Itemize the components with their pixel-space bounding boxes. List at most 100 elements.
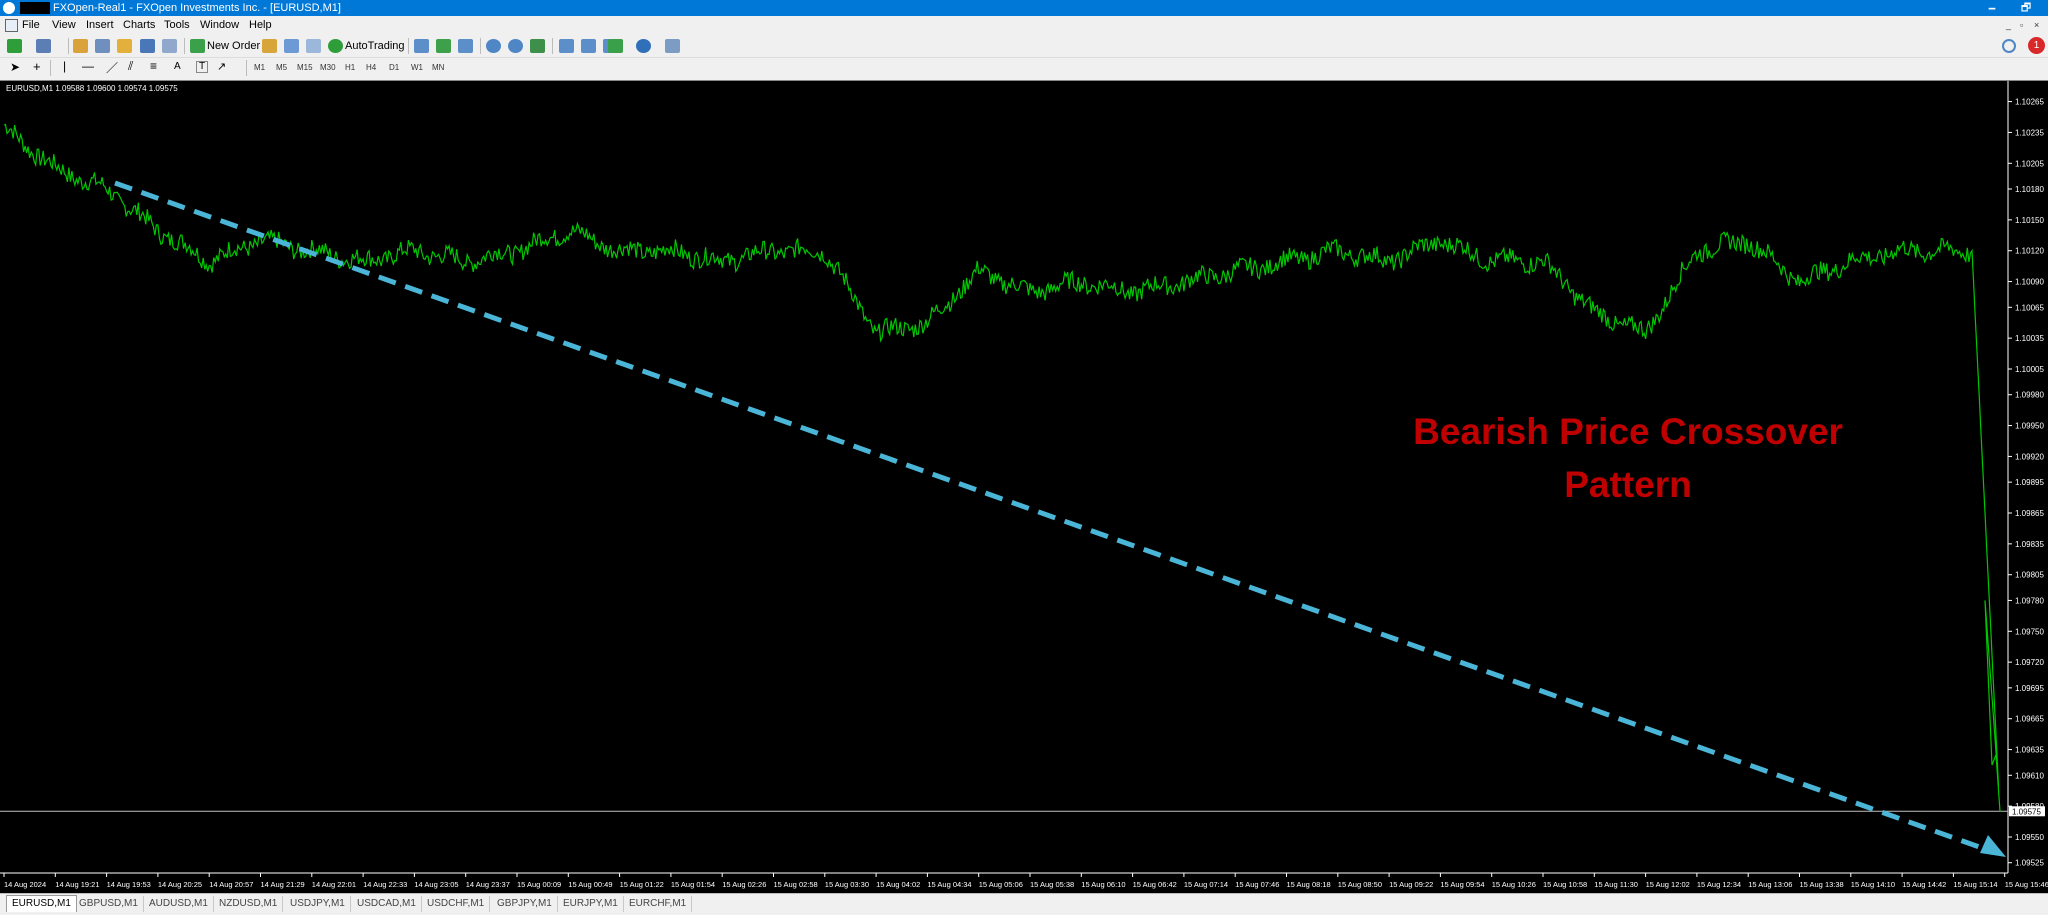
tab-nzdusd[interactable]: NZDUSD,M1 (214, 896, 284, 912)
profiles-icon[interactable] (36, 39, 51, 53)
text-label-tool-icon[interactable]: T (196, 61, 209, 73)
crosshair-icon[interactable]: + (33, 59, 41, 74)
vertical-line-icon[interactable]: | (63, 59, 66, 73)
tab-usdcad[interactable]: USDCAD,M1 (352, 896, 422, 912)
y-tick-label: 1.09525 (2015, 859, 2044, 868)
indicators-icon[interactable] (608, 39, 623, 53)
chart-window[interactable]: 1.10265 1.10235 1.10205 1.10180 1.10150 1.101… (0, 80, 2048, 893)
tab-eurusd[interactable]: EURUSD,M1 (6, 895, 77, 912)
x-tick-label: 15 Aug 00:49 (568, 880, 612, 889)
x-tick-label: 14 Aug 20:57 (209, 880, 253, 889)
menu-file[interactable]: File (22, 19, 40, 31)
market-watch-icon[interactable] (73, 39, 88, 53)
line-chart-icon[interactable] (458, 39, 473, 53)
window-title: FXOpen-Real1 - FXOpen Investments Inc. -… (53, 2, 341, 14)
x-tick-label: 15 Aug 08:18 (1287, 880, 1331, 889)
notifications-badge[interactable]: 1 (2028, 37, 2045, 54)
y-tick-label: 1.10205 (2015, 159, 2044, 168)
autotrading-button[interactable]: AutoTrading (345, 40, 405, 52)
x-tick-label: 15 Aug 14:10 (1851, 880, 1895, 889)
horizontal-line-icon[interactable]: — (82, 59, 94, 73)
mdi-minimize-button[interactable]: _ (2006, 20, 2011, 30)
y-tick-label: 1.09895 (2015, 478, 2044, 487)
menu-window[interactable]: Window (200, 19, 239, 31)
terminal-icon[interactable] (140, 39, 155, 53)
bar-chart-icon[interactable] (414, 39, 429, 53)
timeframe-h1[interactable]: H1 (345, 63, 355, 72)
menu-tools[interactable]: Tools (164, 19, 190, 31)
x-tick-label: 15 Aug 04:02 (876, 880, 920, 889)
zoom-in-icon[interactable] (486, 39, 501, 53)
x-tick-label: 15 Aug 01:22 (620, 880, 664, 889)
price-chart[interactable]: 1.10265 1.10235 1.10205 1.10180 1.10150 1.101… (0, 81, 2048, 893)
timeframe-mn[interactable]: MN (432, 63, 444, 72)
auto-scroll-icon[interactable] (581, 39, 596, 53)
mdi-restore-button[interactable]: ▫ (2020, 20, 2023, 30)
metaeditor-icon[interactable] (262, 39, 277, 53)
search-icon[interactable] (2002, 39, 2016, 53)
title-bar: FXOpen-Real1 - FXOpen Investments Inc. -… (0, 0, 2048, 16)
menu-view[interactable]: View (52, 19, 76, 31)
tab-gbpjpy[interactable]: GBPJPY,M1 (492, 896, 558, 912)
timeframe-m5[interactable]: M5 (276, 63, 287, 72)
tab-eurchf[interactable]: EURCHF,M1 (624, 896, 693, 912)
timeframe-m1[interactable]: M1 (254, 63, 265, 72)
new-order-icon[interactable] (190, 39, 205, 53)
timeframe-h4[interactable]: H4 (366, 63, 376, 72)
fibonacci-icon[interactable]: ≡ (150, 59, 157, 73)
x-tick-label: 15 Aug 08:50 (1338, 880, 1382, 889)
account-redaction (20, 2, 50, 14)
y-tick-label: 1.09635 (2015, 746, 2044, 755)
x-tick-label: 14 Aug 22:01 (312, 880, 356, 889)
tab-usdjpy[interactable]: USDJPY,M1 (285, 896, 351, 912)
data-window-icon[interactable] (95, 39, 110, 53)
new-chart-icon[interactable] (7, 39, 22, 53)
text-tool-icon[interactable]: A (174, 61, 181, 72)
strategy-tester-icon[interactable] (162, 39, 177, 53)
templates-icon[interactable] (665, 39, 680, 53)
signals-icon[interactable] (284, 39, 299, 53)
x-tick-label: 14 Aug 22:33 (363, 880, 407, 889)
timeframe-m15[interactable]: M15 (297, 63, 313, 72)
mdi-close-button[interactable]: × (2034, 20, 2039, 30)
current-price-label: 1.09575 (2012, 807, 2041, 816)
timeframe-m30[interactable]: M30 (320, 63, 336, 72)
tile-windows-icon[interactable] (530, 39, 545, 53)
autotrading-icon[interactable] (328, 39, 343, 53)
x-tick-label: 14 Aug 23:05 (414, 880, 458, 889)
y-tick-label: 1.09665 (2015, 715, 2044, 724)
y-tick-label: 1.09980 (2015, 391, 2044, 400)
tab-audusd[interactable]: AUDUSD,M1 (144, 896, 214, 912)
y-tick-label: 1.09695 (2015, 684, 2044, 693)
navigator-icon[interactable] (117, 39, 132, 53)
equidistant-channel-icon[interactable]: ⫽ (128, 59, 133, 74)
y-tick-label: 1.09750 (2015, 627, 2044, 636)
timeframe-w1[interactable]: W1 (411, 63, 423, 72)
x-tick-label: 15 Aug 03:30 (825, 880, 869, 889)
period-selector-icon[interactable] (636, 39, 651, 53)
x-tick-label: 15 Aug 02:58 (774, 880, 818, 889)
new-order-button[interactable]: New Order (207, 40, 260, 52)
x-tick-label: 15 Aug 11:30 (1594, 880, 1638, 889)
menu-help[interactable]: Help (249, 19, 272, 31)
zoom-out-icon[interactable] (508, 39, 523, 53)
trendline-icon[interactable]: ／ (106, 59, 118, 76)
menu-insert[interactable]: Insert (86, 19, 114, 31)
market-icon[interactable] (306, 39, 321, 53)
y-tick-label: 1.09610 (2015, 771, 2044, 780)
y-tick-label: 1.10235 (2015, 128, 2044, 137)
tab-eurjpy[interactable]: EURJPY,M1 (558, 896, 624, 912)
arrows-tool-icon[interactable]: ↗ (217, 60, 226, 73)
tab-gbpusd[interactable]: GBPUSD,M1 (74, 896, 144, 912)
document-icon[interactable] (5, 19, 18, 32)
chart-shift-icon[interactable] (559, 39, 574, 53)
menu-charts[interactable]: Charts (123, 19, 155, 31)
y-tick-label: 1.10065 (2015, 303, 2044, 312)
timeframe-d1[interactable]: D1 (389, 63, 399, 72)
cursor-icon[interactable]: ➤ (10, 60, 20, 74)
x-tick-label: 15 Aug 00:09 (517, 880, 561, 889)
candlestick-icon[interactable] (436, 39, 451, 53)
tab-usdchf[interactable]: USDCHF,M1 (422, 896, 491, 912)
y-tick-label: 1.09835 (2015, 540, 2044, 549)
x-tick-label: 15 Aug 10:58 (1543, 880, 1587, 889)
